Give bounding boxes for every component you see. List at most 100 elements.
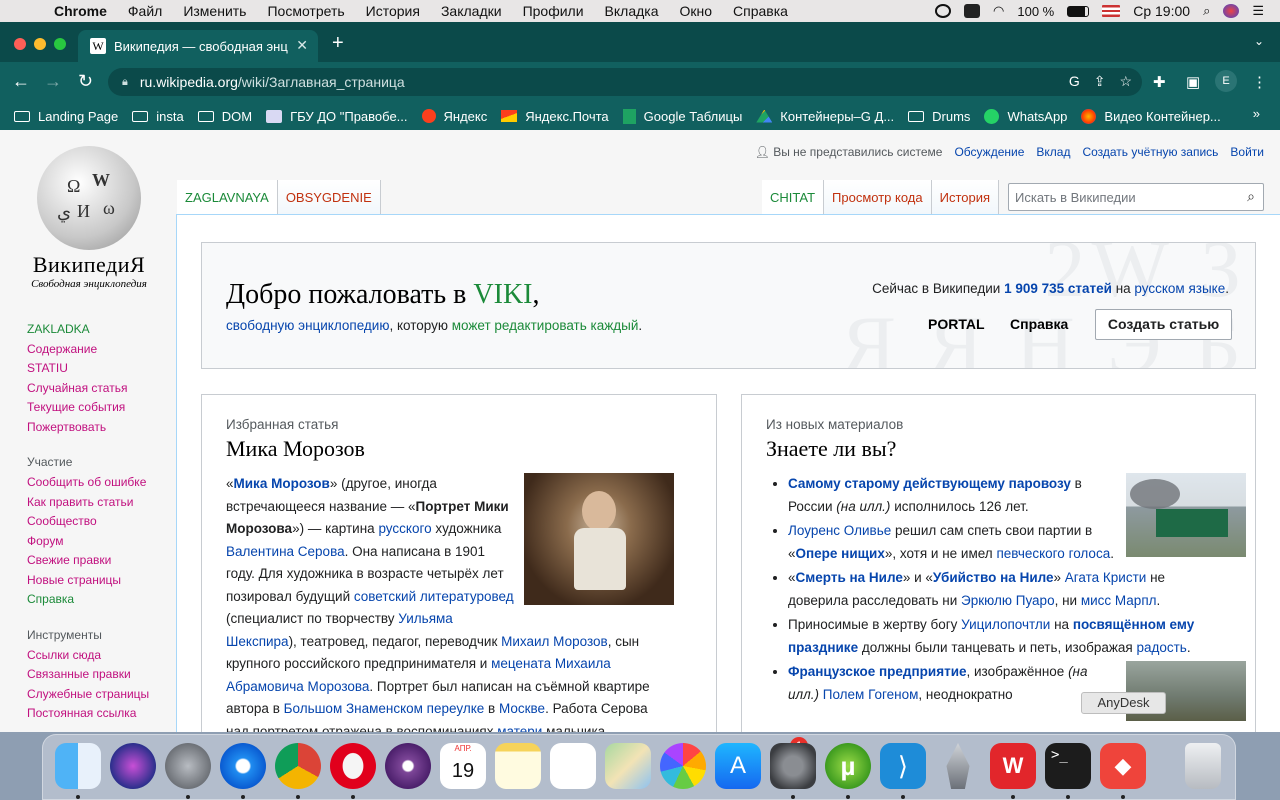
opera-icon[interactable] <box>330 743 376 789</box>
anyone-can-edit-link[interactable]: может редактировать каждый <box>452 318 639 333</box>
link[interactable]: Убийство на Ниле <box>933 570 1054 585</box>
safari-icon[interactable] <box>220 743 266 789</box>
bookmark-drums[interactable]: Drums <box>908 109 970 124</box>
finder-icon[interactable] <box>55 743 101 789</box>
tab-search-chevron-icon[interactable]: ⌄ <box>1254 34 1264 48</box>
sidebar-item-community[interactable]: Сообщество <box>27 512 177 532</box>
launchpad-icon[interactable] <box>165 743 211 789</box>
sidebar-item-recent-changes[interactable]: Свежие правки <box>27 551 177 571</box>
menu-file[interactable]: Файл <box>128 3 162 19</box>
login-link[interactable]: Войти <box>1230 145 1264 159</box>
window-zoom-button[interactable] <box>54 38 66 50</box>
steam-locomotive-image[interactable] <box>1126 473 1246 557</box>
sidebar-item-donate[interactable]: Пожертвовать <box>27 418 177 438</box>
share-icon[interactable]: ⇪ <box>1094 73 1106 90</box>
utorrent-icon[interactable]: µ <box>825 743 871 789</box>
trash-icon[interactable] <box>1185 743 1221 789</box>
link[interactable]: Уильяма Шекспира <box>226 611 453 649</box>
sidebar-item-what-links-here[interactable]: Ссылки сюда <box>27 646 177 666</box>
menu-profiles[interactable]: Профили <box>523 3 584 19</box>
menu-app-name[interactable]: Chrome <box>54 3 107 19</box>
wps-status-icon[interactable] <box>964 4 981 18</box>
siri-icon[interactable] <box>1223 4 1240 18</box>
us-flag-icon[interactable] <box>1102 5 1121 17</box>
search-icon[interactable]: ⌕ <box>1247 188 1255 205</box>
link[interactable]: Смерть на Ниле <box>796 570 903 585</box>
menu-tab[interactable]: Вкладка <box>605 3 659 19</box>
link[interactable]: радость <box>1136 640 1186 655</box>
bookmark-whatsapp[interactable]: WhatsApp <box>984 108 1067 124</box>
bookmark-dom[interactable]: DOM <box>197 109 252 124</box>
create-account-link[interactable]: Создать учётную запись <box>1082 145 1218 159</box>
wps-office-icon[interactable]: W <box>990 743 1036 789</box>
sidebar-item-help[interactable]: Справка <box>27 590 177 610</box>
bookmarks-overflow-icon[interactable]: » <box>1253 106 1260 121</box>
bookmark-insta[interactable]: insta <box>132 109 184 124</box>
photos-icon[interactable] <box>660 743 706 789</box>
terminal-icon[interactable]: >_ <box>1045 743 1091 789</box>
tab-read[interactable]: CHITAT <box>762 180 825 214</box>
talk-link[interactable]: Обсуждение <box>954 145 1024 159</box>
sidebar-item-random-article[interactable]: Случайная статья <box>27 379 177 399</box>
sidebar-item-contents[interactable]: Содержание <box>27 340 177 360</box>
bookmark-yandex[interactable]: Яндекс <box>421 109 487 124</box>
active-tab[interactable]: W Википедия — свободная энц ✕ <box>78 30 318 62</box>
menu-window[interactable]: Окно <box>680 3 713 19</box>
tab-history[interactable]: История <box>931 180 1000 214</box>
window-minimize-button[interactable] <box>34 38 46 50</box>
sidebar-item-forum[interactable]: Форум <box>27 532 177 552</box>
back-button[interactable]: ← <box>12 71 30 92</box>
maps-icon[interactable] <box>605 743 651 789</box>
sidebar-item-report-error[interactable]: Сообщить об ошибке <box>27 473 177 493</box>
contributions-link[interactable]: Вклад <box>1036 145 1070 159</box>
reminders-icon[interactable] <box>550 743 596 789</box>
creative-cloud-icon[interactable] <box>935 4 952 18</box>
lock-icon[interactable]: 🔒︎ <box>122 76 128 89</box>
link[interactable]: мецената <box>491 656 551 671</box>
system-preferences-icon[interactable] <box>770 743 816 789</box>
rocket-typist-icon[interactable] <box>946 743 970 789</box>
link[interactable]: Эркюлю Пуаро <box>961 593 1055 608</box>
sidebar-item-articles[interactable]: STATIU <box>27 359 177 379</box>
control-center-icon[interactable]: ☰ <box>1252 3 1264 19</box>
link[interactable]: певческого голоса <box>996 546 1110 561</box>
free-encyclopedia-link[interactable]: свободную энциклопедию <box>226 318 389 333</box>
side-panel-icon[interactable]: ▣ <box>1186 73 1200 91</box>
calendar-icon[interactable]: АПР. 19 <box>440 743 486 789</box>
anydesk-icon[interactable]: ◆ <box>1100 743 1146 789</box>
sidebar-item-new-pages[interactable]: Новые страницы <box>27 571 177 591</box>
tab-close-icon[interactable]: ✕ <box>296 37 308 54</box>
sidebar-item-main-page[interactable]: ZAKLADKA <box>27 320 177 340</box>
chrome-icon[interactable] <box>275 743 321 789</box>
chrome-menu-icon[interactable]: ⋮ <box>1252 73 1267 91</box>
menu-view[interactable]: Посмотреть <box>267 3 344 19</box>
window-close-button[interactable] <box>14 38 26 50</box>
link[interactable]: Опере нищих <box>796 546 885 561</box>
vscode-icon[interactable]: ⟩ <box>880 743 926 789</box>
menu-edit[interactable]: Изменить <box>183 3 246 19</box>
bookmark-yandex-mail[interactable]: Яндекс.Почта <box>501 109 609 124</box>
reload-button[interactable]: ↻ <box>78 71 93 92</box>
siri-icon[interactable] <box>110 743 156 789</box>
create-article-button[interactable]: Создать статью <box>1095 309 1232 340</box>
sidebar-item-current-events[interactable]: Текущие события <box>27 398 177 418</box>
extensions-puzzle-icon[interactable]: ✚ <box>1153 73 1166 91</box>
wikipedia-logo[interactable]: ΩWИωي ВикипедиЯ Свободная энциклопедия <box>14 146 164 290</box>
link[interactable]: Лоуренс Оливье <box>788 523 891 538</box>
wifi-icon[interactable]: ◠ <box>993 3 1004 19</box>
app-store-icon[interactable]: A <box>715 743 761 789</box>
link[interactable]: советский литературовед <box>354 589 514 604</box>
link[interactable]: Валентина Серова <box>226 544 345 559</box>
tor-browser-icon[interactable] <box>385 743 431 789</box>
clock[interactable]: Ср 19:00 <box>1133 3 1190 19</box>
link[interactable]: Мика Морозов <box>234 476 330 491</box>
link[interactable]: матери <box>497 724 542 733</box>
link[interactable]: Михаила Абрамовича Морозова <box>226 656 611 694</box>
profile-avatar[interactable]: E <box>1215 70 1237 92</box>
bookmark-google-sheets[interactable]: Google Таблицы <box>622 108 742 124</box>
bookmark-video-containers[interactable]: Видео Контейнер... <box>1081 108 1221 124</box>
article-count-link[interactable]: 1 909 735 статей <box>1004 281 1112 296</box>
bookmark-gbu-do[interactable]: ГБУ ДО "Правобе... <box>266 109 408 124</box>
sidebar-item-special-pages[interactable]: Служебные страницы <box>27 685 177 705</box>
sidebar-item-how-to-edit[interactable]: Как править статьи <box>27 493 177 513</box>
